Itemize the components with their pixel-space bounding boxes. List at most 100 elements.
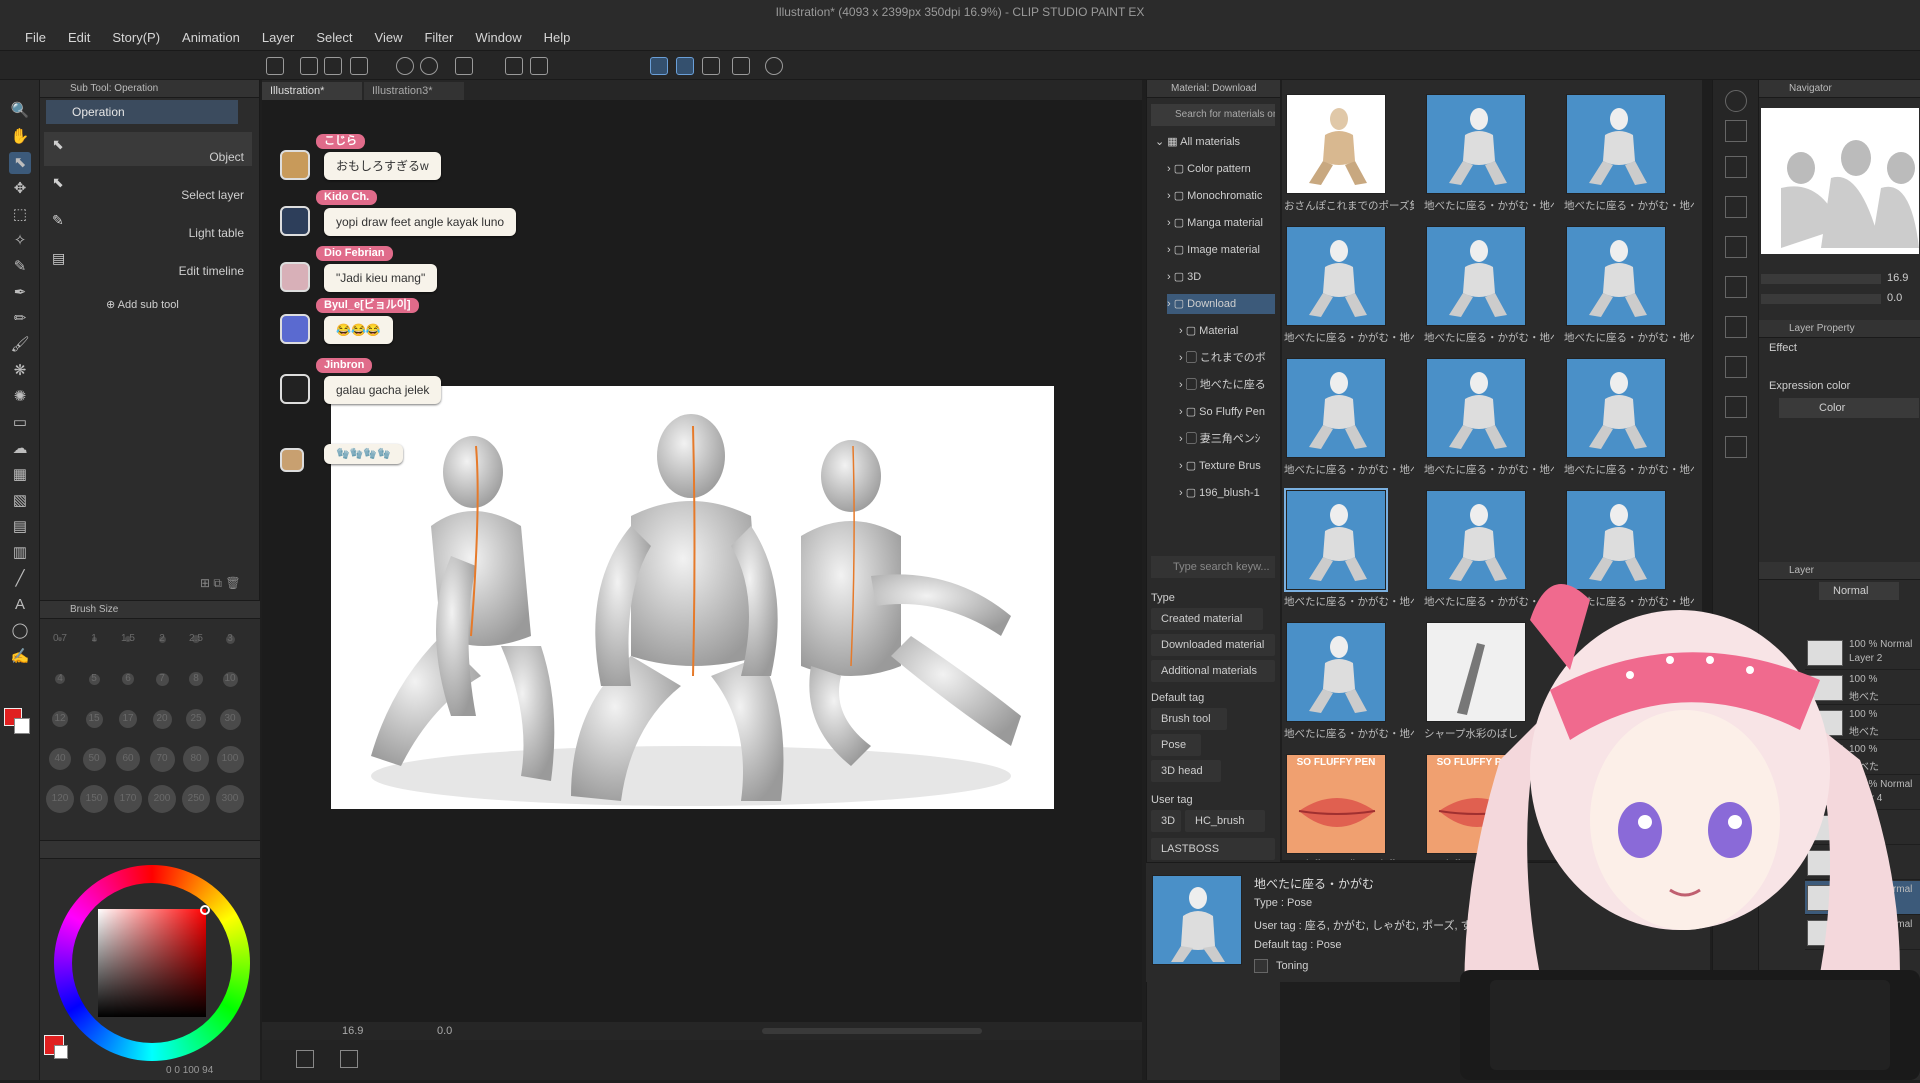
layer-row[interactable]: 100 % 地べた (1805, 671, 1920, 705)
layer-row[interactable]: 100 % 地べた (1805, 811, 1920, 845)
layer-row[interactable]: 100 % Normal Layer 3 (1805, 881, 1920, 915)
eyedropper-icon[interactable]: ✎ (9, 256, 31, 278)
auto-select-icon[interactable]: ✧ (9, 230, 31, 252)
layer-row[interactable]: 100 % Normal Layer 2 (1805, 636, 1920, 670)
tag-brush-tool[interactable]: Brush tool (1151, 708, 1227, 730)
material-tree-item[interactable]: › ▢ 妻三角ペンｼ (1179, 429, 1275, 449)
tag-downloaded-material[interactable]: Downloaded material (1151, 634, 1275, 656)
sub-color-swatch[interactable] (14, 718, 30, 734)
material-thumbnail[interactable]: SO FLUFFY PEN (1286, 754, 1386, 854)
material-thumbnail[interactable] (1566, 358, 1666, 458)
rotate-slider[interactable] (1761, 294, 1881, 304)
settings-icon[interactable] (340, 1050, 358, 1068)
material-tree-item[interactable]: › ▢ Material (1179, 321, 1275, 341)
save-icon[interactable] (350, 57, 368, 75)
pencil-tool-icon[interactable]: ✏ (9, 308, 31, 330)
layer-row[interactable]: 100 % 地べた (1805, 846, 1920, 880)
material-tree-item[interactable]: › ▢ Manga material (1167, 213, 1275, 233)
tag-hc-brush[interactable]: HC_brush (1185, 810, 1265, 832)
download-icon[interactable] (1725, 156, 1747, 178)
ruler-icon[interactable] (732, 57, 750, 75)
gradient-icon[interactable]: ▧ (9, 490, 31, 512)
menu-view[interactable]: View (364, 30, 414, 45)
selection-tool-icon[interactable]: ⬚ (9, 204, 31, 226)
panel-icon[interactable] (1725, 396, 1747, 418)
material-thumbnail[interactable] (1286, 358, 1386, 458)
menu-layer[interactable]: Layer (251, 30, 306, 45)
panel-toggle-icon[interactable] (296, 1050, 314, 1068)
navigator-preview[interactable] (1761, 108, 1919, 254)
pen-tool-icon[interactable]: ✒ (9, 282, 31, 304)
clip-studio-icon[interactable] (266, 57, 284, 75)
fill-tool-icon[interactable]: ▦ (9, 464, 31, 486)
menu-file[interactable]: File (14, 30, 57, 45)
undo-icon[interactable] (396, 57, 414, 75)
add-icon[interactable]: ⊞ (200, 576, 210, 590)
sub-tool-group-tab[interactable]: Operation (46, 100, 238, 124)
menu-help[interactable]: Help (533, 30, 582, 45)
panel-icon[interactable] (1725, 276, 1747, 298)
fill-icon[interactable] (505, 57, 523, 75)
new-file-icon[interactable] (300, 57, 318, 75)
material-tree-item[interactable]: › ▢ Download (1167, 294, 1275, 314)
help-icon[interactable] (765, 57, 783, 75)
airbrush-icon[interactable]: ✺ (9, 386, 31, 408)
expression-color-dropdown[interactable]: Color (1779, 398, 1919, 418)
panel-icon[interactable] (1725, 236, 1747, 258)
secondary-color-swatch[interactable] (54, 1045, 68, 1059)
material-tree-item[interactable]: › ▢ So Fluffy Pen (1179, 402, 1275, 422)
material-thumbnail[interactable] (1566, 754, 1666, 854)
material-tree-item[interactable]: › ▢ 3D (1167, 267, 1275, 287)
material-thumbnail[interactable] (1286, 226, 1386, 326)
snap-ruler-icon[interactable] (650, 57, 668, 75)
layer-row[interactable]: 100 % Normal Layer 1 (1805, 916, 1920, 950)
material-tree-item[interactable]: › ▢ 地べたに座る (1179, 375, 1275, 395)
material-thumbnail[interactable] (1566, 490, 1666, 590)
figure-tool-icon[interactable]: ▤ (9, 516, 31, 538)
snap-special-icon[interactable] (702, 57, 720, 75)
copy-icon[interactable]: ⧉ (213, 576, 222, 590)
menu-window[interactable]: Window (464, 30, 532, 45)
material-thumbnail[interactable] (1426, 622, 1526, 722)
blend-tool-icon[interactable]: ☁ (9, 438, 31, 460)
delete-icon[interactable] (1725, 196, 1747, 218)
artboard-3d-figures[interactable] (331, 386, 1054, 809)
menu-edit[interactable]: Edit (57, 30, 101, 45)
sync-icon[interactable] (1725, 90, 1747, 112)
add-sub-tool-button[interactable]: ⊕ Add sub tool (106, 298, 179, 311)
menu-story[interactable]: Story(P) (101, 30, 171, 45)
menu-animation[interactable]: Animation (171, 30, 251, 45)
material-thumbnail[interactable] (1426, 358, 1526, 458)
hand-tool-icon[interactable]: ✋ (9, 126, 31, 148)
saturation-value-square[interactable] (98, 909, 206, 1017)
redo-icon[interactable] (420, 57, 438, 75)
material-tree-item[interactable]: › ▢ これまでのボ (1179, 348, 1275, 368)
trash-icon[interactable]: 🗑 (225, 576, 240, 590)
material-tree-item[interactable]: › ▢ Image material (1167, 240, 1275, 260)
toning-checkbox[interactable] (1254, 959, 1268, 973)
material-thumbnail[interactable] (1426, 490, 1526, 590)
material-tree-item[interactable]: ⌄ ▦ All materials (1155, 132, 1275, 152)
open-file-icon[interactable] (324, 57, 342, 75)
decoration-tool-icon[interactable]: ❋ (9, 360, 31, 382)
tag-lastboss[interactable]: LASTBOSS (1151, 838, 1275, 860)
correct-line-icon[interactable]: ✍ (9, 646, 31, 668)
navigator-zoom[interactable]: 16.9 (1887, 272, 1908, 284)
tab-illustration3[interactable]: Illustration3* (364, 82, 464, 100)
material-tree-item[interactable]: › ▢ Monochromatic (1167, 186, 1275, 206)
panel-icon[interactable] (1725, 316, 1747, 338)
snap-grid-icon[interactable] (676, 57, 694, 75)
material-thumbnail[interactable] (1566, 94, 1666, 194)
brush-tool-icon[interactable]: 🖌 (9, 334, 31, 356)
menu-filter[interactable]: Filter (413, 30, 464, 45)
layer-row[interactable]: 100 % 地べた (1805, 741, 1920, 775)
zoom-slider[interactable] (1761, 274, 1881, 284)
sub-tool-light-table[interactable]: ✎ Light table (44, 208, 252, 242)
material-tree-item[interactable]: › ▢ Color pattern (1167, 159, 1275, 179)
tag-pose[interactable]: Pose (1151, 734, 1201, 756)
sub-tool-object[interactable]: ⬉ Object (44, 132, 252, 166)
zoom-tool-icon[interactable]: 🔍 (9, 100, 31, 122)
tag-search-input[interactable]: Type search keyw... (1151, 556, 1275, 578)
move-tool-icon[interactable]: ✥ (9, 178, 31, 200)
clear-icon[interactable] (455, 57, 473, 75)
